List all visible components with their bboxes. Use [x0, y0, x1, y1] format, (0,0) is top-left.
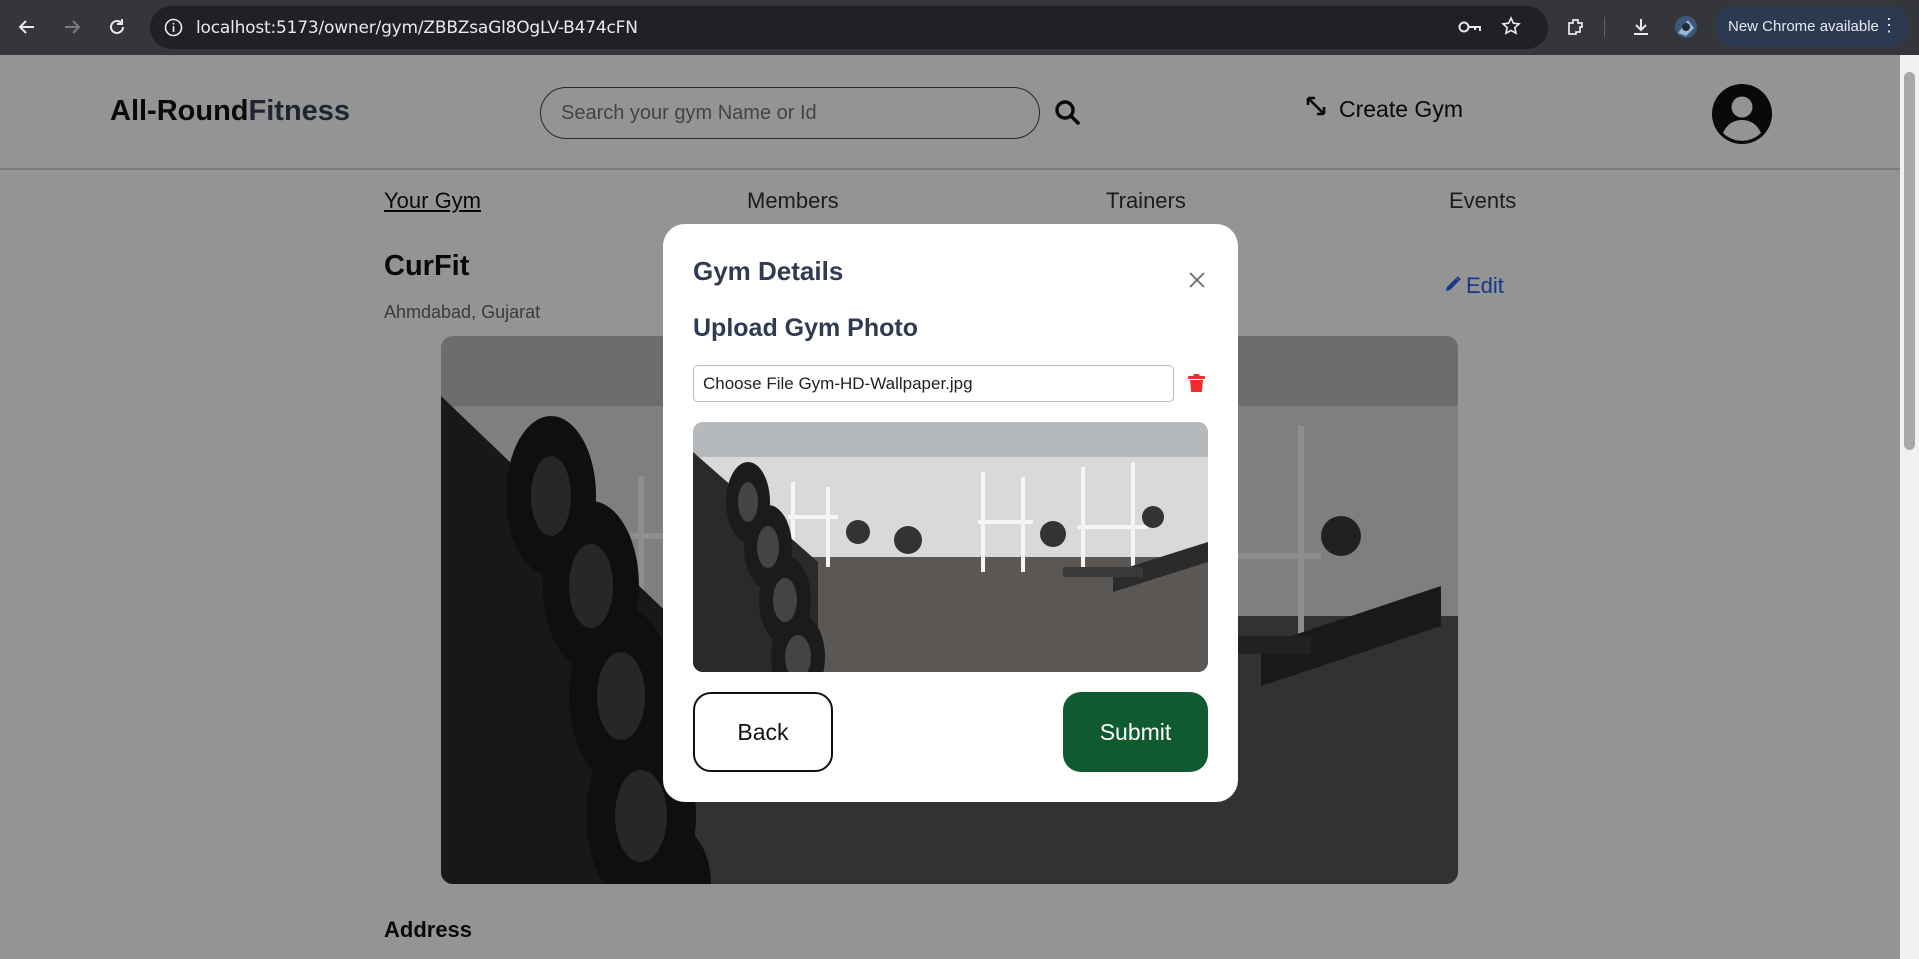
gym-details-modal: Gym Details Upload Gym Photo Choose File…: [663, 224, 1238, 802]
profile-icon[interactable]: [1669, 10, 1703, 44]
back-button[interactable]: Back: [693, 692, 833, 772]
submit-button[interactable]: Submit: [1063, 692, 1208, 772]
star-icon[interactable]: [1501, 16, 1521, 41]
address-bar[interactable]: localhost:5173/owner/gym/ZBBZsaGl8OgLV-B…: [150, 6, 1548, 49]
file-name: Gym-HD-Wallpaper.jpg: [798, 374, 973, 393]
site-info-icon[interactable]: [164, 18, 183, 42]
choose-file-button[interactable]: Choose File: [703, 374, 798, 393]
modal-title: Gym Details: [693, 256, 844, 286]
extensions-icon[interactable]: [1559, 10, 1593, 44]
address-url[interactable]: localhost:5173/owner/gym/ZBBZsaGl8OgLV-B…: [196, 18, 638, 38]
back-arrow-icon[interactable]: [10, 10, 44, 44]
file-input[interactable]: Choose File Gym-HD-Wallpaper.jpg: [693, 365, 1174, 402]
forward-arrow-icon[interactable]: [55, 10, 89, 44]
chrome-update-label: New Chrome available: [1728, 18, 1879, 35]
key-icon[interactable]: [1458, 19, 1482, 40]
scrollbar-thumb[interactable]: [1904, 72, 1915, 450]
trash-icon[interactable]: [1188, 374, 1205, 398]
photo-preview: [693, 422, 1208, 672]
reload-icon[interactable]: [100, 10, 134, 44]
toolbar-divider: [1604, 17, 1605, 37]
close-icon[interactable]: [1187, 270, 1207, 290]
chrome-menu-icon[interactable]: ⋮: [1880, 15, 1898, 36]
scrollbar[interactable]: [1900, 55, 1919, 959]
modal-subtitle: Upload Gym Photo: [693, 314, 918, 342]
chrome-update-button[interactable]: New Chrome available ⋮: [1715, 6, 1910, 47]
download-icon[interactable]: [1624, 10, 1658, 44]
browser-toolbar: localhost:5173/owner/gym/ZBBZsaGl8OgLV-B…: [0, 0, 1919, 55]
